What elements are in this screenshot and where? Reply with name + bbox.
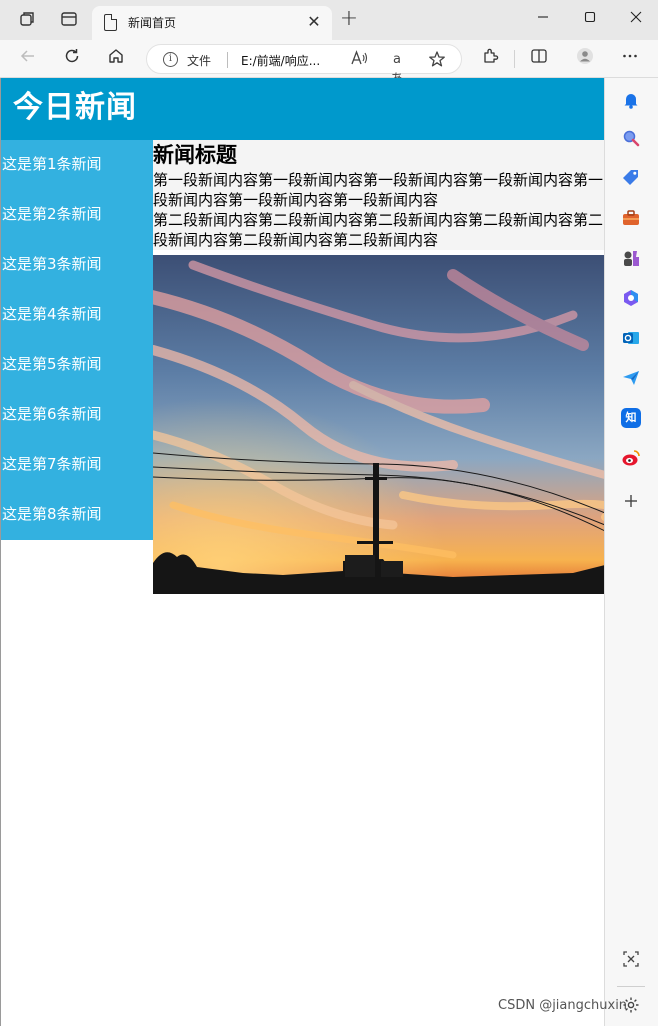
page-icon [104, 14, 117, 31]
outlook-icon[interactable] [621, 328, 641, 348]
tab-actions-icon[interactable] [59, 10, 79, 30]
bell-icon[interactable] [621, 90, 641, 110]
sunset-photo [153, 255, 604, 594]
weibo-icon[interactable] [621, 448, 641, 468]
article-paragraph-2: 第二段新闻内容第二段新闻内容第二段新闻内容第二段新闻内容第二段新闻内容第二段新闻… [153, 211, 604, 249]
address-bar[interactable]: i 文件 E:/前端/响应... aあ [146, 44, 462, 87]
address-scheme-label: 文件 [187, 54, 212, 68]
article-paragraph-1: 第一段新闻内容第一段新闻内容第一段新闻内容第一段新闻内容第一段新闻内容第一段新闻… [153, 171, 604, 209]
news-link-1[interactable]: 这是第1条新闻 [1, 140, 153, 190]
close-window-button[interactable] [621, 8, 651, 30]
tab-title: 新闻首页 [128, 16, 177, 30]
article-title: 新闻标题 [153, 143, 237, 167]
screenshot-icon[interactable] [621, 950, 641, 970]
profile-icon[interactable] [573, 47, 597, 71]
address-separator [227, 52, 228, 68]
games-icon[interactable] [621, 248, 641, 268]
sidebar-divider [617, 986, 645, 987]
tab-close-icon[interactable]: ✕ [304, 12, 324, 32]
shopping-tag-icon[interactable] [621, 168, 641, 188]
article: 新闻标题 第一段新闻内容第一段新闻内容第一段新闻内容第一段新闻内容第一段新闻内容… [153, 140, 604, 250]
news-link-5[interactable]: 这是第5条新闻 [1, 340, 153, 390]
tab-strip: 新闻首页 ✕ + [0, 0, 658, 40]
watermark: CSDN @jiangchuxin [498, 998, 628, 1013]
news-link-2[interactable]: 这是第2条新闻 [1, 190, 153, 240]
minimize-button[interactable] [528, 8, 558, 30]
page-viewport: 今日新闻 这是第1条新闻 这是第2条新闻 这是第3条新闻 这是第4条新闻 这是第… [0, 78, 604, 1026]
toolbar-divider [514, 50, 515, 68]
site-title: 今日新闻 [13, 90, 137, 125]
address-toolbar: i 文件 E:/前端/响应... aあ [0, 40, 658, 87]
browser-window: 新闻首页 ✕ + i 文件 E:/前端/响应... a 今日新闻 这是第1条新闻… [0, 0, 658, 1026]
workspaces-icon[interactable] [17, 10, 37, 30]
add-icon[interactable] [621, 492, 641, 512]
address-url[interactable]: E:/前端/响应... [241, 52, 320, 69]
office-icon[interactable] [621, 288, 641, 308]
split-screen-icon[interactable] [527, 47, 551, 71]
info-icon[interactable]: i [163, 52, 178, 67]
zhihu-icon[interactable]: 知 [621, 408, 641, 428]
favorite-star-icon[interactable] [427, 50, 447, 70]
read-aloud-icon[interactable] [349, 50, 369, 70]
news-link-4[interactable]: 这是第4条新闻 [1, 290, 153, 340]
news-link-6[interactable]: 这是第6条新闻 [1, 390, 153, 440]
news-link-3[interactable]: 这是第3条新闻 [1, 240, 153, 290]
search-icon[interactable] [621, 128, 641, 148]
extensions-icon[interactable] [478, 47, 502, 71]
home-icon[interactable] [104, 47, 128, 71]
toolbox-icon[interactable] [621, 208, 641, 228]
back-icon[interactable] [16, 47, 40, 71]
refresh-icon[interactable] [60, 47, 84, 71]
news-link-7[interactable]: 这是第7条新闻 [1, 440, 153, 490]
news-link-8[interactable]: 这是第8条新闻 [1, 490, 153, 540]
new-tab-button[interactable]: + [338, 8, 360, 31]
send-icon[interactable] [621, 368, 641, 388]
more-menu-icon[interactable] [618, 47, 642, 71]
active-tab[interactable]: 新闻首页 ✕ [92, 6, 332, 40]
site-header: 今日新闻 [1, 78, 604, 140]
maximize-button[interactable] [575, 8, 605, 30]
news-list-nav: 这是第1条新闻 这是第2条新闻 这是第3条新闻 这是第4条新闻 这是第5条新闻 … [1, 140, 153, 540]
edge-sidebar: 知 [604, 78, 658, 1026]
translate-icon[interactable]: aあ [387, 50, 407, 87]
